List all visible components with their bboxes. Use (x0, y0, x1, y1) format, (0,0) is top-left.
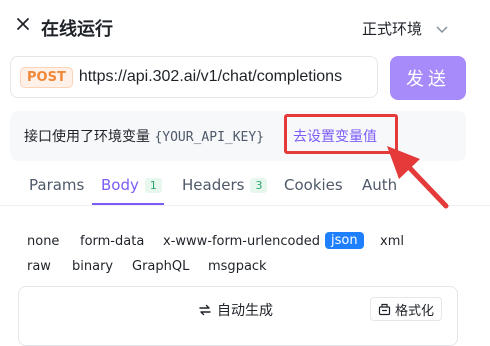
environment-select[interactable]: 正式环境 (362, 18, 448, 39)
tab-label: Headers (182, 176, 245, 194)
tab-label: Body (101, 176, 139, 194)
notice-prefix: 接口使用了环境变量 (24, 129, 150, 145)
tab-label: Cookies (284, 176, 343, 194)
url-bar[interactable]: POST https://api.302.ai/v1/chat/completi… (10, 56, 378, 98)
tab-body[interactable]: Body 1 (101, 176, 162, 194)
format-icon (378, 303, 391, 315)
body-type-none[interactable]: none (27, 234, 59, 249)
tab-auth[interactable]: Auth (362, 176, 397, 194)
request-tabs: Params Body 1 Headers 3 Cookies Auth (0, 168, 490, 206)
tabs-divider (0, 205, 490, 206)
body-type-raw[interactable]: raw (27, 259, 51, 274)
environment-label: 正式环境 (362, 20, 423, 38)
body-type-json[interactable]: json (325, 232, 364, 249)
tab-headers[interactable]: Headers 3 (182, 176, 268, 194)
annotation-arrow (387, 146, 449, 209)
refresh-icon (199, 304, 211, 316)
url-input[interactable]: https://api.302.ai/v1/chat/completions (79, 68, 342, 86)
chevron-down-icon (436, 25, 448, 33)
auto-generate-label: 自动生成 (217, 303, 273, 319)
auto-generate-button[interactable]: 自动生成 (198, 300, 273, 320)
body-type-binary[interactable]: binary (72, 259, 113, 274)
tab-count-badge: 3 (250, 178, 268, 193)
format-label: 格式化 (395, 303, 435, 319)
body-type-form-data[interactable]: form-data (80, 234, 144, 249)
method-badge[interactable]: POST (20, 66, 73, 88)
notice-variable: {YOUR_API_KEY} (154, 130, 265, 145)
format-button[interactable]: 格式化 (370, 297, 443, 321)
send-button[interactable]: 发送 (390, 56, 466, 100)
close-icon[interactable] (16, 17, 30, 31)
notice-text: 接口使用了环境变量 {YOUR_API_KEY} (24, 126, 264, 146)
tab-label: Auth (362, 176, 398, 194)
tab-cookies[interactable]: Cookies (284, 176, 343, 194)
tab-label: Params (29, 176, 85, 194)
body-type-graphql[interactable]: GraphQL (132, 259, 189, 274)
tab-count-badge: 1 (144, 178, 162, 193)
page-title: 在线运行 (41, 19, 113, 40)
body-type-xml[interactable]: xml (380, 234, 404, 249)
body-type-x-www-form-urlencoded[interactable]: x-www-form-urlencoded (163, 234, 320, 249)
tab-params[interactable]: Params (29, 176, 84, 194)
annotation-highlight-box (284, 114, 398, 154)
body-type-msgpack[interactable]: msgpack (208, 259, 267, 274)
